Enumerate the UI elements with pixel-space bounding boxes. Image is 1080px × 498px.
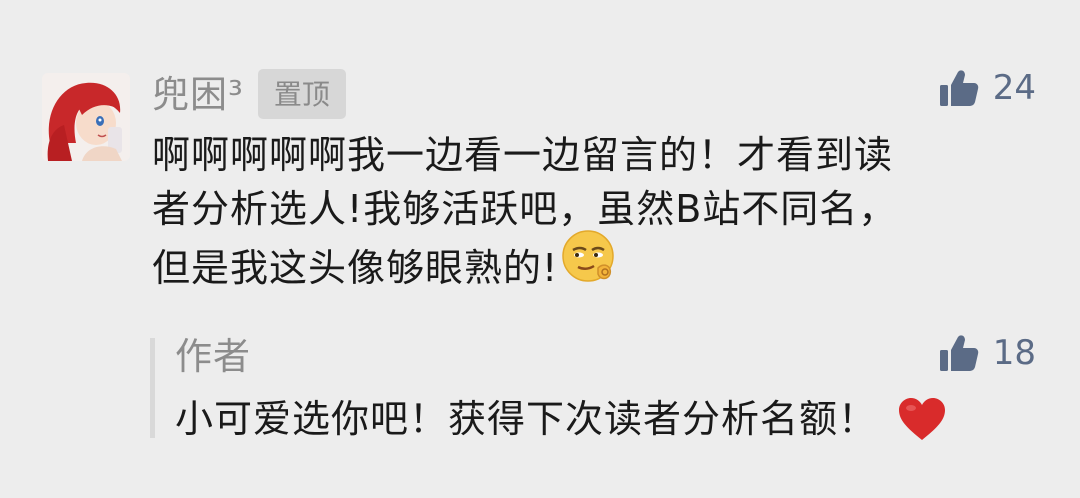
- comment-screen: 兜困³ 置顶 24 啊啊啊啊啊我一边看一边留言的！才看到读 者分析选人!我够活跃…: [0, 0, 1080, 498]
- avatar[interactable]: [42, 73, 130, 161]
- avatar-image: [42, 73, 130, 161]
- reply-author-name: 作者: [175, 335, 251, 378]
- smirk-emoji-icon: [560, 228, 618, 300]
- thumbs-up-icon: [939, 333, 979, 373]
- comment-author-name[interactable]: 兜困³: [152, 76, 244, 113]
- comment-line-last: 但是我这头像够眼熟的!: [152, 230, 1022, 300]
- comment-like-count: 24: [992, 68, 1036, 108]
- comment-like-button[interactable]: 24: [939, 68, 1036, 108]
- comment-header: 兜困³ 置顶: [152, 66, 346, 122]
- red-heart-icon: [897, 396, 947, 442]
- comment-body: 啊啊啊啊啊我一边看一边留言的！才看到读 者分析选人!我够活跃吧，虽然B站不同名，…: [152, 128, 1022, 300]
- reply-text: 小可爱选你吧！获得下次读者分析名额！: [175, 397, 878, 441]
- reply-like-button[interactable]: 18: [939, 333, 1036, 373]
- thumbs-up-icon: [939, 68, 979, 108]
- comment-line: 啊啊啊啊啊我一边看一边留言的！才看到读: [152, 133, 894, 177]
- reply-body: 小可爱选你吧！获得下次读者分析名额！: [175, 394, 947, 444]
- pinned-badge: 置顶: [257, 69, 346, 119]
- reply-like-count: 18: [992, 333, 1036, 373]
- comment-line: 但是我这头像够眼熟的!: [152, 246, 559, 290]
- reply-divider-bar: [150, 338, 155, 438]
